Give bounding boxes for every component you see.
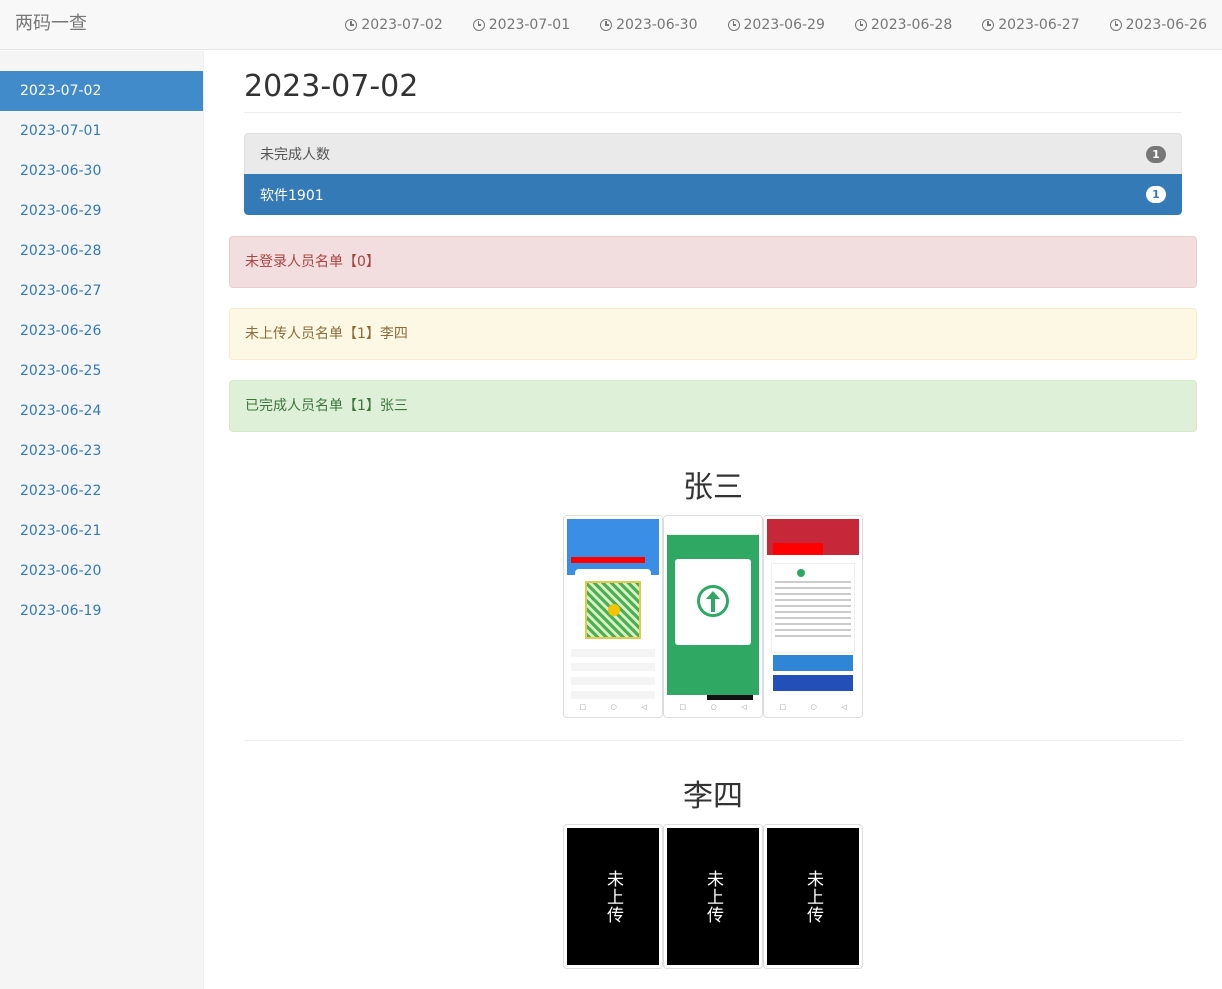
redacted-bar <box>773 543 823 555</box>
check-icon <box>797 569 805 577</box>
redacted-bar <box>571 557 645 563</box>
divider <box>244 740 1182 741</box>
summary-header: 未完成人数 1 <box>244 133 1182 174</box>
clock-icon <box>600 19 613 31</box>
itinerary-card-screenshot: □ ○ ◁ <box>667 519 759 714</box>
itinerary-card-thumbnail[interactable]: □ ○ ◁ <box>663 515 763 718</box>
alert-not-logged-in: 未登录人员名单【0】 <box>229 236 1197 288</box>
clock-icon <box>1109 19 1122 31</box>
not-uploaded-placeholder: 未上传 <box>767 828 859 965</box>
sidebar-item-2023-06-30[interactable]: 2023-06-30 <box>0 151 203 191</box>
sidebar-item-2023-06-23[interactable]: 2023-06-23 <box>0 431 203 471</box>
clock-icon <box>982 19 995 31</box>
sidebar-item-2023-07-02[interactable]: 2023-07-02 <box>0 71 203 111</box>
nav-links: 2023-07-02 2023-07-01 2023-06-30 2023-06… <box>330 0 1222 50</box>
person-zhangsan-images: □ ○ ◁ □ ○ ◁ □ ○ ◁ <box>563 515 863 718</box>
sidebar-item-2023-07-01[interactable]: 2023-07-01 <box>0 111 203 151</box>
health-code-screenshot: □ ○ ◁ <box>567 519 659 714</box>
sidebar-item-2023-06-24[interactable]: 2023-06-24 <box>0 391 203 431</box>
nav-link-2023-07-02[interactable]: 2023-07-02 <box>330 0 457 50</box>
summary-header-label: 未完成人数 <box>260 147 330 163</box>
not-uploaded-thumbnail[interactable]: 未上传 <box>563 824 663 969</box>
sidebar-item-2023-06-22[interactable]: 2023-06-22 <box>0 471 203 511</box>
brand-title[interactable]: 两码一查 <box>15 12 87 36</box>
person-name-lisi: 李四 <box>683 779 743 814</box>
health-code-thumbnail[interactable]: □ ○ ◁ <box>563 515 663 718</box>
not-uploaded-placeholder: 未上传 <box>667 828 759 965</box>
clock-icon <box>727 19 740 31</box>
safety-check-thumbnail[interactable]: □ ○ ◁ <box>763 515 863 718</box>
clock-icon <box>472 19 485 31</box>
summary-header-badge: 1 <box>1146 145 1166 163</box>
sidebar-item-2023-06-28[interactable]: 2023-06-28 <box>0 231 203 271</box>
sidebar-item-2023-06-19[interactable]: 2023-06-19 <box>0 591 203 631</box>
sidebar-item-2023-06-29[interactable]: 2023-06-29 <box>0 191 203 231</box>
class-count-badge: 1 <box>1146 186 1166 203</box>
arrow-up-icon <box>697 585 729 617</box>
not-uploaded-thumbnail[interactable]: 未上传 <box>763 824 863 969</box>
page-title: 2023-07-02 <box>244 69 419 104</box>
alert-not-uploaded: 未上传人员名单【1】李四 <box>229 308 1197 360</box>
not-uploaded-label: 未上传 <box>603 869 623 924</box>
not-uploaded-label: 未上传 <box>803 869 823 924</box>
class-label: 软件1901 <box>260 187 324 204</box>
nav-link-2023-06-28[interactable]: 2023-06-28 <box>840 0 967 50</box>
nav-link-2023-06-26[interactable]: 2023-06-26 <box>1095 0 1222 50</box>
nav-link-2023-06-27[interactable]: 2023-06-27 <box>967 0 1094 50</box>
safety-check-screenshot: □ ○ ◁ <box>767 519 859 714</box>
page-header: 2023-07-02 <box>244 69 1182 113</box>
sidebar-item-2023-06-26[interactable]: 2023-06-26 <box>0 311 203 351</box>
not-uploaded-thumbnail[interactable]: 未上传 <box>663 824 763 969</box>
sidebar-item-2023-06-27[interactable]: 2023-06-27 <box>0 271 203 311</box>
sidebar-item-2023-06-20[interactable]: 2023-06-20 <box>0 551 203 591</box>
nav-link-2023-07-01[interactable]: 2023-07-01 <box>458 0 585 50</box>
summary-list: 未完成人数 1 软件1901 1 <box>244 133 1182 215</box>
sidebar: 2023-07-02 2023-07-01 2023-06-30 2023-06… <box>0 51 204 989</box>
main-content: 2023-07-02 未完成人数 1 软件1901 1 未登录人员名单【0】 未… <box>204 51 1222 989</box>
not-uploaded-label: 未上传 <box>703 869 723 924</box>
class-item-software1901[interactable]: 软件1901 1 <box>244 174 1182 215</box>
sidebar-item-2023-06-21[interactable]: 2023-06-21 <box>0 511 203 551</box>
nav-link-2023-06-30[interactable]: 2023-06-30 <box>585 0 712 50</box>
person-name-zhangsan: 张三 <box>683 470 743 505</box>
not-uploaded-placeholder: 未上传 <box>567 828 659 965</box>
nav-link-2023-06-29[interactable]: 2023-06-29 <box>713 0 840 50</box>
top-navbar: 两码一查 2023-07-02 2023-07-01 2023-06-30 20… <box>0 0 1222 50</box>
clock-icon <box>854 19 867 31</box>
sidebar-item-2023-06-25[interactable]: 2023-06-25 <box>0 351 203 391</box>
clock-icon <box>345 19 358 31</box>
person-lisi-images: 未上传 未上传 未上传 <box>563 824 863 969</box>
sidebar-date-list: 2023-07-02 2023-07-01 2023-06-30 2023-06… <box>0 71 203 631</box>
alert-completed: 已完成人员名单【1】张三 <box>229 380 1197 432</box>
